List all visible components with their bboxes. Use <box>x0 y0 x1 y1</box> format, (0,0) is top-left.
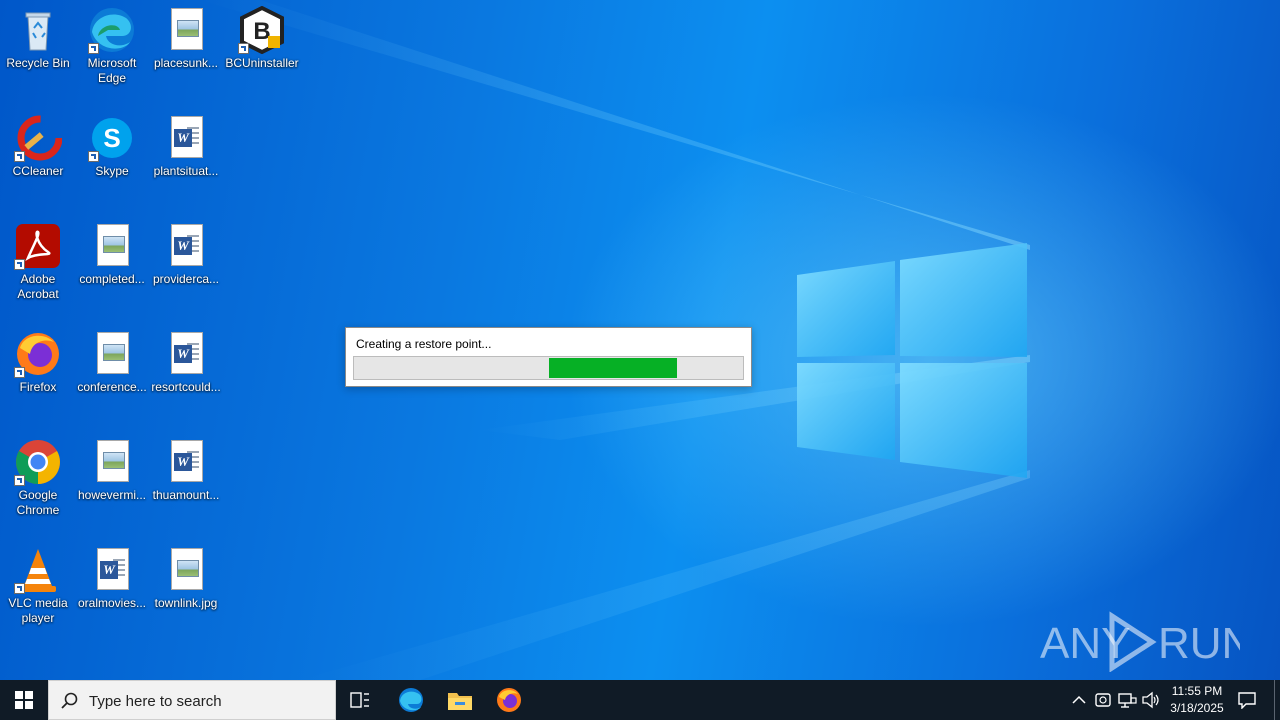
word-document-icon: W <box>162 222 210 270</box>
desktop-icon-label: howevermi... <box>77 488 147 502</box>
desktop-icon-label: Google Chrome <box>16 488 60 517</box>
shortcut-arrow-icon <box>238 43 249 54</box>
image-file-icon <box>88 330 136 378</box>
desktop-icon-word-doc[interactable]: W thuamount... <box>148 432 224 503</box>
desktop-icon-label: VLC media player <box>8 596 68 625</box>
desktop-icon-bcuninstaller[interactable]: B BCUninstaller <box>224 0 300 71</box>
taskbar-clock[interactable]: 11:55 PM 3/18/2025 <box>1160 683 1234 717</box>
desktop-icon-label: thuamount... <box>152 488 220 502</box>
desktop-icon-label: CCleaner <box>12 164 64 178</box>
image-file-icon <box>162 6 210 54</box>
desktop-icon-skype[interactable]: S Skype <box>74 108 150 179</box>
taskbar-file-explorer-button[interactable] <box>436 680 484 720</box>
word-document-icon: W <box>162 114 210 162</box>
desktop-icon-label: BCUninstaller <box>225 56 299 70</box>
clock-time: 11:55 PM <box>1171 684 1223 698</box>
desktop-icon-label: resortcould... <box>151 380 221 394</box>
notification-icon <box>1238 692 1256 709</box>
volume-icon[interactable] <box>1141 690 1161 710</box>
desktop-icon-label: oralmovies... <box>77 596 147 610</box>
firefox-icon <box>14 330 62 378</box>
desktop[interactable]: Recycle Bin CCleaner Adobe Acrobat Firef… <box>0 0 1280 680</box>
recycle-bin-icon <box>14 6 62 54</box>
bcuninstaller-icon: B <box>238 5 286 55</box>
desktop-icon-label: Firefox <box>19 380 57 394</box>
desktop-icon-label: completed... <box>79 272 145 286</box>
desktop-icon-label: townlink.jpg <box>154 596 218 610</box>
word-document-icon: W <box>162 438 210 486</box>
show-hidden-icons-button[interactable] <box>1068 680 1090 720</box>
ccleaner-icon <box>14 114 63 162</box>
shortcut-arrow-icon <box>88 151 99 162</box>
windows-start-icon <box>15 691 33 709</box>
desktop-icon-label: conference... <box>77 380 147 394</box>
image-file-icon <box>88 222 136 270</box>
chrome-icon <box>14 438 62 486</box>
task-view-button[interactable] <box>336 680 384 720</box>
action-center-button[interactable] <box>1232 680 1262 720</box>
svg-text:S: S <box>103 123 120 153</box>
edge-icon <box>399 688 423 712</box>
edge-icon <box>88 6 136 54</box>
vlc-cone-icon <box>14 546 62 594</box>
svg-text:ANY: ANY <box>1040 619 1130 668</box>
desktop-icon-image-file[interactable]: completed... <box>74 216 150 287</box>
desktop-icon-label: providerca... <box>152 272 220 286</box>
desktop-icon-label: plantsituat... <box>153 164 219 178</box>
meet-now-icon[interactable] <box>1093 690 1113 710</box>
search-icon <box>61 692 78 709</box>
desktop-icon-vlc[interactable]: VLC media player <box>0 540 76 626</box>
shortcut-arrow-icon <box>88 43 99 54</box>
taskbar-edge-button[interactable] <box>387 680 435 720</box>
desktop-icon-image-file[interactable]: conference... <box>74 324 150 395</box>
shortcut-arrow-icon <box>14 475 25 486</box>
desktop-icon-word-doc[interactable]: W plantsituat... <box>148 108 224 179</box>
restore-progress-bar <box>353 356 744 380</box>
clock-date: 3/18/2025 <box>1170 701 1224 715</box>
svg-text:RUN: RUN <box>1158 619 1240 668</box>
show-desktop-divider[interactable] <box>1274 680 1275 720</box>
word-document-icon: W <box>162 330 210 378</box>
start-button[interactable] <box>0 680 48 720</box>
search-input[interactable] <box>87 689 331 713</box>
taskbar-search-box[interactable] <box>48 680 336 720</box>
desktop-icon-image-file[interactable]: townlink.jpg <box>148 540 224 611</box>
shortcut-arrow-icon <box>14 367 25 378</box>
image-file-icon <box>88 438 136 486</box>
taskbar-firefox-button[interactable] <box>485 680 533 720</box>
desktop-icon-label: Microsoft Edge <box>87 56 137 85</box>
desktop-icon-microsoft-edge[interactable]: Microsoft Edge <box>74 0 150 86</box>
desktop-icon-label: Recycle Bin <box>6 56 70 70</box>
desktop-icon-firefox[interactable]: Firefox <box>0 324 76 395</box>
firefox-icon <box>497 688 521 712</box>
shortcut-arrow-icon <box>14 259 25 270</box>
desktop-icon-word-doc[interactable]: W resortcould... <box>148 324 224 395</box>
image-file-icon <box>162 546 210 594</box>
desktop-icon-ccleaner[interactable]: CCleaner <box>0 108 76 179</box>
desktop-icon-google-chrome[interactable]: Google Chrome <box>0 432 76 518</box>
desktop-icon-label: placesunk... <box>153 56 219 70</box>
network-icon[interactable] <box>1117 690 1137 710</box>
shortcut-arrow-icon <box>14 151 25 162</box>
restore-point-message: Creating a restore point... <box>356 337 492 351</box>
restore-progress-fill <box>548 358 677 378</box>
desktop-icon-recycle-bin[interactable]: Recycle Bin <box>0 0 76 71</box>
desktop-icon-word-doc[interactable]: W oralmovies... <box>74 540 150 611</box>
task-view-icon <box>350 692 369 708</box>
desktop-icon-image-file[interactable]: placesunk... <box>148 0 224 71</box>
desktop-icon-image-file[interactable]: howevermi... <box>74 432 150 503</box>
restore-point-dialog: Creating a restore point... <box>345 327 752 387</box>
skype-icon: S <box>88 114 136 162</box>
desktop-icon-adobe-acrobat[interactable]: Adobe Acrobat <box>0 216 76 302</box>
chevron-up-icon <box>1072 695 1086 704</box>
folder-icon <box>448 693 472 710</box>
desktop-icon-label: Skype <box>95 164 129 178</box>
word-document-icon: W <box>88 546 136 594</box>
desktop-icon-label: Adobe Acrobat <box>17 272 59 301</box>
taskbar: 11:55 PM 3/18/2025 <box>0 680 1280 720</box>
adobe-acrobat-icon <box>14 222 62 270</box>
shortcut-arrow-icon <box>14 583 25 594</box>
anyrun-watermark-logo: ANY RUN <box>1040 611 1240 672</box>
desktop-icon-word-doc[interactable]: W providerca... <box>148 216 224 287</box>
